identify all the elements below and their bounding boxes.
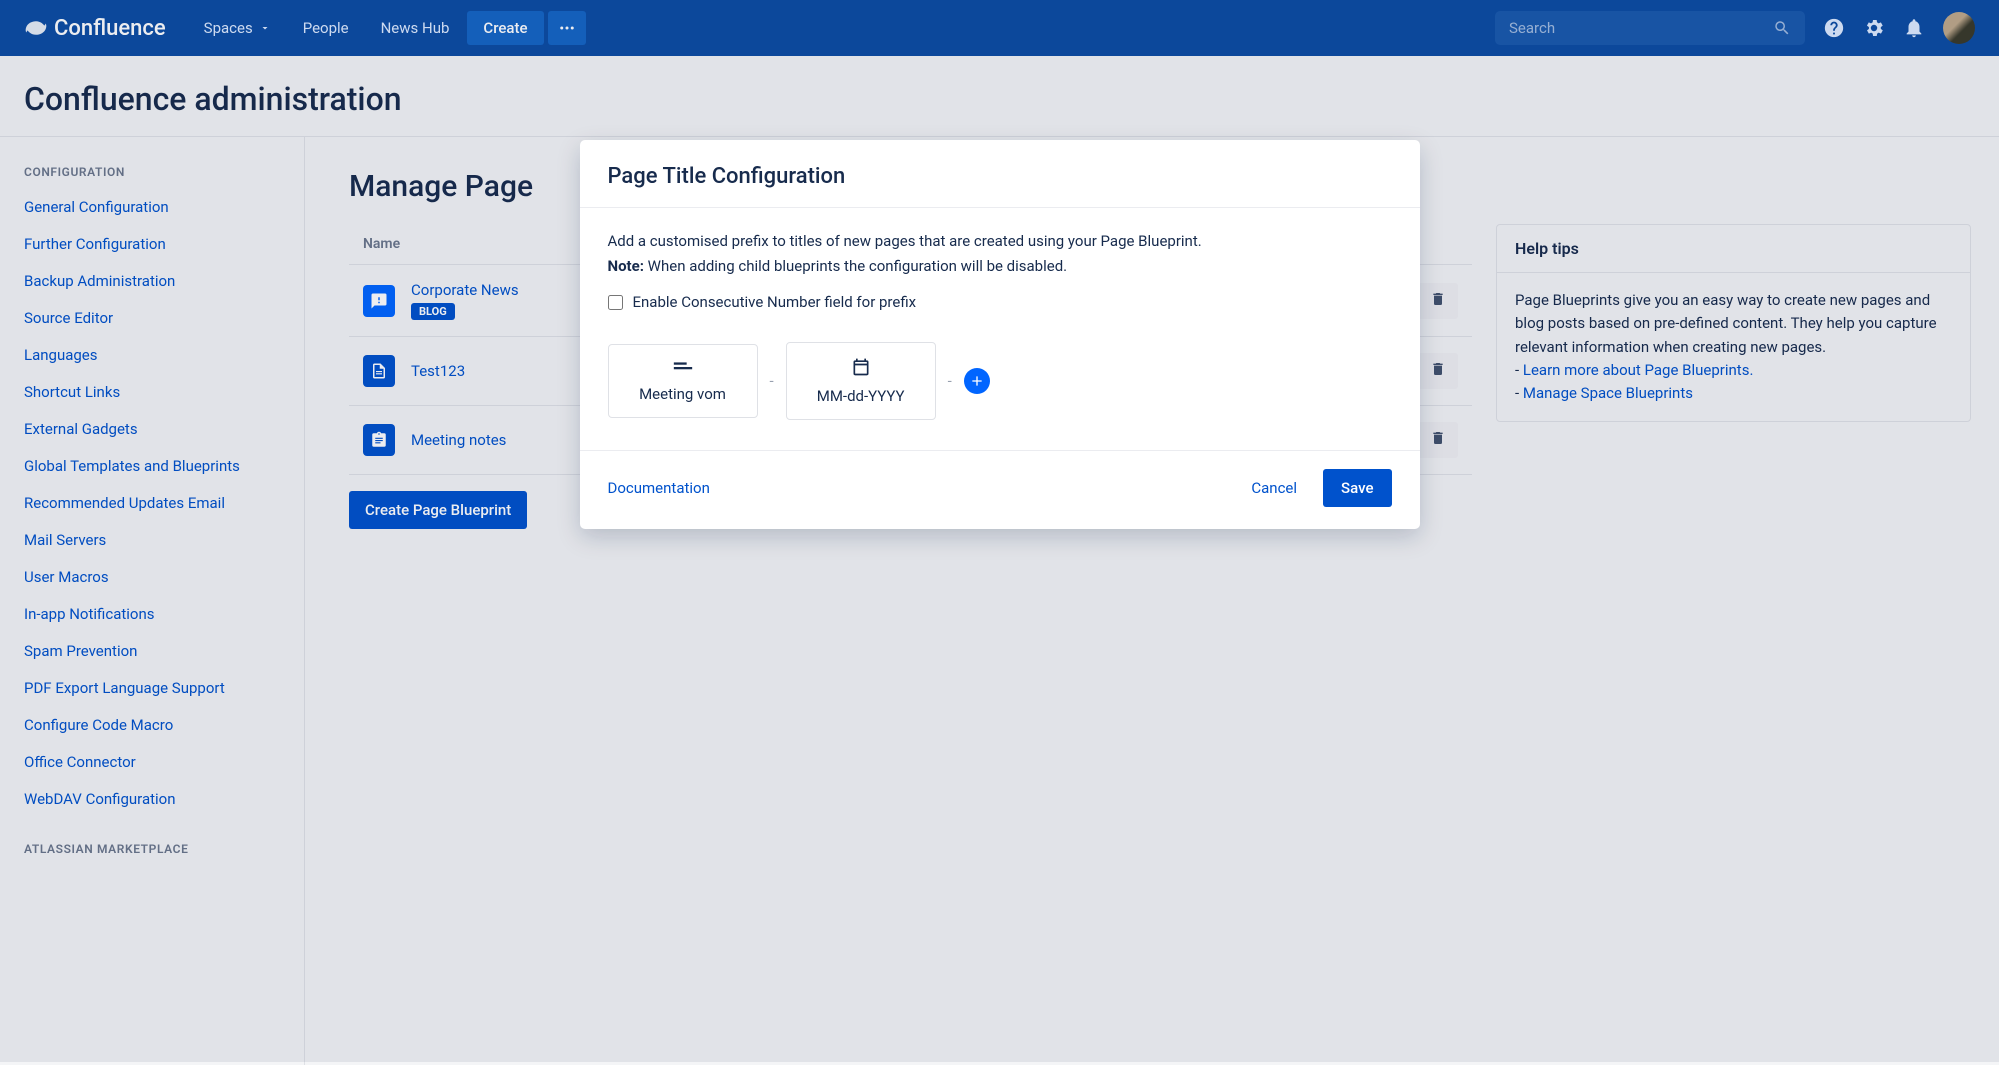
enable-consecutive-number-checkbox[interactable] <box>608 295 623 310</box>
modal-note: Note: When adding child blueprints the c… <box>608 255 1392 278</box>
calendar-icon <box>809 357 913 377</box>
cancel-button[interactable]: Cancel <box>1239 469 1309 507</box>
modal-overlay[interactable]: Page Title Configuration Add a customise… <box>0 0 1999 1062</box>
checkbox-label: Enable Consecutive Number field for pref… <box>633 291 917 314</box>
text-chip[interactable]: Meeting vom <box>608 344 758 419</box>
plus-icon <box>969 373 985 389</box>
modal-body: Add a customised prefix to titles of new… <box>580 208 1420 450</box>
date-chip[interactable]: MM-dd-YYYY <box>786 342 936 421</box>
documentation-link[interactable]: Documentation <box>608 479 710 497</box>
modal-title: Page Title Configuration <box>608 164 1392 189</box>
modal-header: Page Title Configuration <box>580 140 1420 208</box>
modal-footer: Documentation Cancel Save <box>580 450 1420 529</box>
add-chip-button[interactable] <box>964 368 990 394</box>
enable-consecutive-number-row: Enable Consecutive Number field for pref… <box>608 291 1392 314</box>
save-button[interactable]: Save <box>1323 469 1391 507</box>
page-title-config-modal: Page Title Configuration Add a customise… <box>580 140 1420 529</box>
text-lines-icon <box>631 359 735 375</box>
prefix-chips: Meeting vom - MM-dd-YYYY - <box>608 342 1392 421</box>
modal-description: Add a customised prefix to titles of new… <box>608 230 1392 253</box>
chip-separator: - <box>948 370 952 393</box>
chip-separator: - <box>770 370 774 393</box>
